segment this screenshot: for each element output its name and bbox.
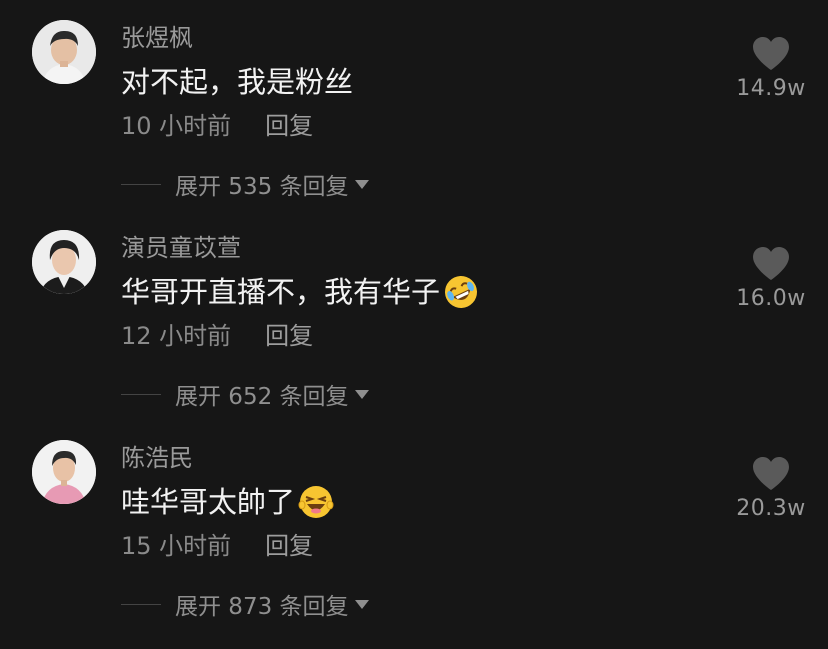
reply-button[interactable]: 回复 bbox=[265, 322, 313, 350]
reply-button[interactable]: 回复 bbox=[265, 532, 313, 560]
divider-line bbox=[121, 393, 161, 395]
reply-button[interactable]: 回复 bbox=[265, 112, 313, 140]
expand-replies-button[interactable]: 展开 535 条回复 bbox=[121, 166, 369, 202]
avatar[interactable] bbox=[32, 440, 96, 504]
like-count: 20.3w bbox=[736, 496, 806, 521]
rofl-emoji-icon bbox=[445, 276, 478, 308]
chevron-down-icon bbox=[354, 179, 369, 189]
comment-meta: 12 小时前 回复 bbox=[121, 320, 313, 352]
comment-meta: 10 小时前 回复 bbox=[121, 110, 313, 142]
username[interactable]: 陈浩民 bbox=[121, 442, 193, 474]
heart-icon[interactable] bbox=[751, 36, 791, 72]
timestamp: 10 小时前 bbox=[121, 112, 232, 140]
comment-text-content: 对不起，我是粉丝 bbox=[121, 65, 354, 99]
avatar[interactable] bbox=[32, 230, 96, 294]
comment-text: 对不起，我是粉丝 bbox=[121, 62, 353, 102]
avatar[interactable] bbox=[32, 20, 96, 84]
like-section: 20.3w bbox=[726, 456, 816, 521]
heart-icon[interactable] bbox=[751, 246, 791, 282]
expand-replies-label: 展开 652 条回复 bbox=[175, 384, 349, 410]
timestamp: 15 小时前 bbox=[121, 532, 232, 560]
divider-line bbox=[121, 603, 161, 605]
comment-item: 陈浩民 哇华哥太帥了 15 小时前 回复 展开 873 条回复 20.3w bbox=[0, 420, 828, 630]
chevron-down-icon bbox=[354, 599, 369, 609]
expand-replies-button[interactable]: 展开 652 条回复 bbox=[121, 376, 369, 412]
username[interactable]: 演员童苡萱 bbox=[121, 232, 241, 264]
comment-text: 哇华哥太帥了 bbox=[121, 482, 335, 522]
like-section: 14.9w bbox=[726, 36, 816, 101]
username[interactable]: 张煜枫 bbox=[121, 22, 193, 54]
expand-replies-label: 展开 535 条回复 bbox=[175, 174, 349, 200]
chevron-down-icon bbox=[354, 389, 369, 399]
comment-item: 演员童苡萱 华哥开直播不，我有华子 12 小时前 回复 展开 652 条回复 16… bbox=[0, 210, 828, 420]
like-count: 14.9w bbox=[736, 76, 806, 101]
like-section: 16.0w bbox=[726, 246, 816, 311]
comment-text-content: 哇华哥太帥了 bbox=[121, 485, 296, 519]
heart-icon[interactable] bbox=[751, 456, 791, 492]
timestamp: 12 小时前 bbox=[121, 322, 232, 350]
comment-item: 张煜枫 对不起，我是粉丝 10 小时前 回复 展开 535 条回复 14.9w bbox=[0, 0, 828, 210]
divider-line bbox=[121, 183, 161, 185]
like-count: 16.0w bbox=[736, 286, 806, 311]
expand-replies-label: 展开 873 条回复 bbox=[175, 594, 349, 620]
comment-text: 华哥开直播不，我有华子 bbox=[121, 272, 480, 312]
wink-laugh-emoji-icon bbox=[298, 486, 334, 518]
comment-meta: 15 小时前 回复 bbox=[121, 530, 313, 562]
comment-text-content: 华哥开直播不，我有华子 bbox=[121, 275, 441, 309]
expand-replies-button[interactable]: 展开 873 条回复 bbox=[121, 586, 369, 622]
